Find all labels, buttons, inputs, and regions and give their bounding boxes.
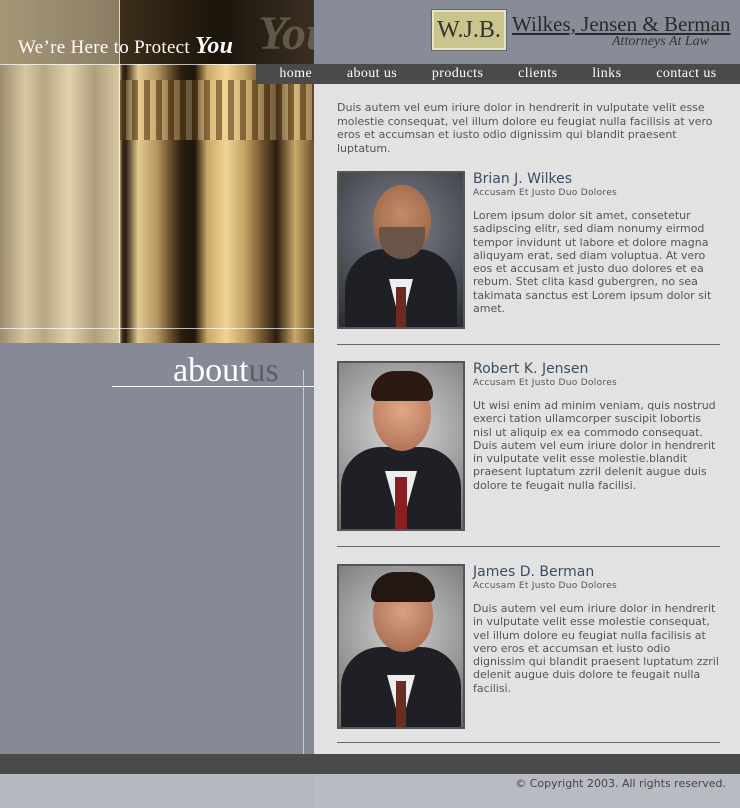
attorney-name: James D. Berman <box>473 564 595 580</box>
intro-paragraph: Duis autem vel eum iriure dolor in hendr… <box>337 101 713 155</box>
footer: © Copyright 2003. All rights reserved. <box>314 774 740 808</box>
attorney-name: Brian J. Wilkes <box>473 171 573 187</box>
divider <box>337 546 720 547</box>
tagline: We’re Here to Protect You <box>18 33 233 60</box>
logo[interactable]: W.J.B. <box>432 10 506 50</box>
header: W.J.B. Wilkes, Jensen & Berman Attorneys… <box>314 0 740 64</box>
section-title: aboutus <box>173 352 279 390</box>
firm-subtitle: Attorneys At Law <box>612 34 709 49</box>
attorney-photo <box>337 361 465 531</box>
divider <box>337 742 720 743</box>
left-panel-rule <box>303 370 304 808</box>
section-title-rule <box>112 386 314 387</box>
column-capitals <box>120 80 314 140</box>
attorney-photo <box>337 171 465 329</box>
nav-products[interactable]: products <box>432 66 483 82</box>
logo-monogram: W.J.B. <box>437 17 501 43</box>
nav-about-us[interactable]: about us <box>347 66 397 82</box>
attorney-card: Robert K. Jensen Accusam Et Justo Duo Do… <box>337 361 721 531</box>
attorney-bio: Lorem ipsum dolor sit amet, consetetur s… <box>473 209 712 316</box>
main-content: Duis autem vel eum iriure dolor in hendr… <box>314 84 740 754</box>
attorney-subtitle: Accusam Et Justo Duo Dolores <box>473 581 618 591</box>
attorney-card: James D. Berman Accusam Et Justo Duo Dol… <box>337 564 721 729</box>
nav-contact-us[interactable]: contact us <box>656 66 716 82</box>
section-title-main: about <box>173 352 249 389</box>
nav-home[interactable]: home <box>279 66 312 82</box>
copyright: © Copyright 2003. All rights reserved. <box>515 777 726 790</box>
footer-left <box>0 774 314 808</box>
attorney-subtitle: Accusam Et Justo Duo Dolores <box>473 188 618 198</box>
tagline-emphasis: You <box>195 33 234 59</box>
attorney-subtitle: Accusam Et Justo Duo Dolores <box>473 378 618 388</box>
attorney-card: Brian J. Wilkes Accusam Et Justo Duo Dol… <box>337 171 721 331</box>
nav-links[interactable]: links <box>592 66 621 82</box>
attorney-name: Robert K. Jensen <box>473 361 589 377</box>
section-title-accent: us <box>248 352 279 389</box>
main-nav: home about us products clients links con… <box>256 64 740 84</box>
nav-clients[interactable]: clients <box>518 66 557 82</box>
footer-bar <box>0 754 740 774</box>
hero-divider-bottom <box>0 328 314 329</box>
tagline-prefix: We’re Here to Protect <box>18 37 196 58</box>
attorney-bio: Ut wisi enim ad minim veniam, quis nostr… <box>473 399 716 492</box>
attorney-photo <box>337 564 465 729</box>
left-panel: You We’re Here to Protect You aboutus <box>0 0 333 808</box>
divider <box>337 344 720 345</box>
attorney-bio: Duis autem vel eum iriure dolor in hendr… <box>473 602 719 695</box>
